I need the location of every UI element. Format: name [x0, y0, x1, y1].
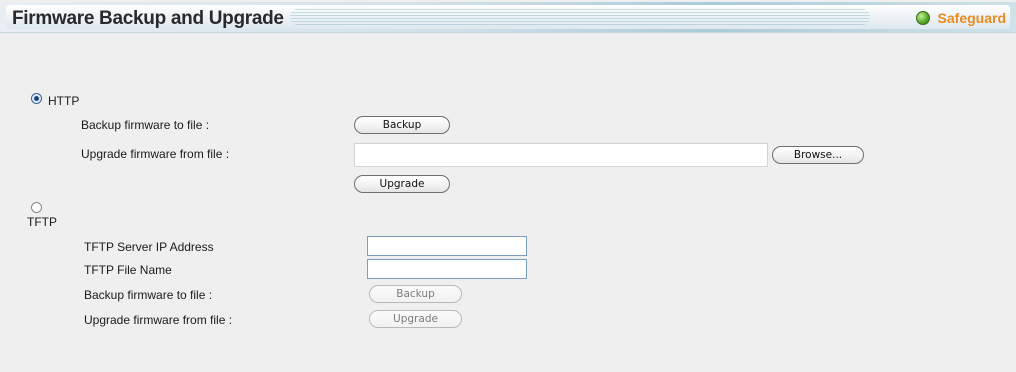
status-dot-icon: [915, 11, 930, 25]
tftp-file-name-label: TFTP File Name: [84, 263, 172, 277]
tftp-backup-button[interactable]: Backup: [369, 285, 462, 303]
http-upgrade-label: Upgrade firmware from file :: [81, 147, 230, 161]
safeguard-indicator: Safeguard: [915, 8, 1006, 28]
http-upgrade-button[interactable]: Upgrade: [354, 175, 450, 193]
tftp-radio-label: TFTP: [27, 215, 57, 229]
tftp-upgrade-button[interactable]: Upgrade: [369, 310, 462, 328]
tftp-backup-label: Backup firmware to file :: [84, 288, 213, 302]
tftp-server-ip-label: TFTP Server IP Address: [84, 240, 214, 254]
http-backup-label: Backup firmware to file :: [81, 118, 210, 132]
tftp-radio[interactable]: [31, 202, 42, 213]
tftp-upgrade-label: Upgrade firmware from file :: [84, 313, 233, 327]
tftp-server-ip-input[interactable]: [367, 236, 527, 256]
http-backup-button[interactable]: Backup: [354, 116, 450, 134]
header-decoration: [290, 9, 870, 25]
page-title: Firmware Backup and Upgrade: [12, 8, 284, 29]
tftp-file-name-input[interactable]: [367, 259, 527, 279]
safeguard-label: Safeguard: [937, 10, 1006, 26]
firmware-page: Firmware Backup and Upgrade Safeguard HT…: [0, 0, 1016, 372]
http-radio[interactable]: [31, 93, 42, 104]
http-radio-label: HTTP: [48, 94, 80, 108]
firmware-file-field[interactable]: [354, 143, 768, 167]
page-header: Firmware Backup and Upgrade Safeguard: [0, 2, 1016, 33]
browse-button[interactable]: Browse...: [772, 146, 864, 164]
